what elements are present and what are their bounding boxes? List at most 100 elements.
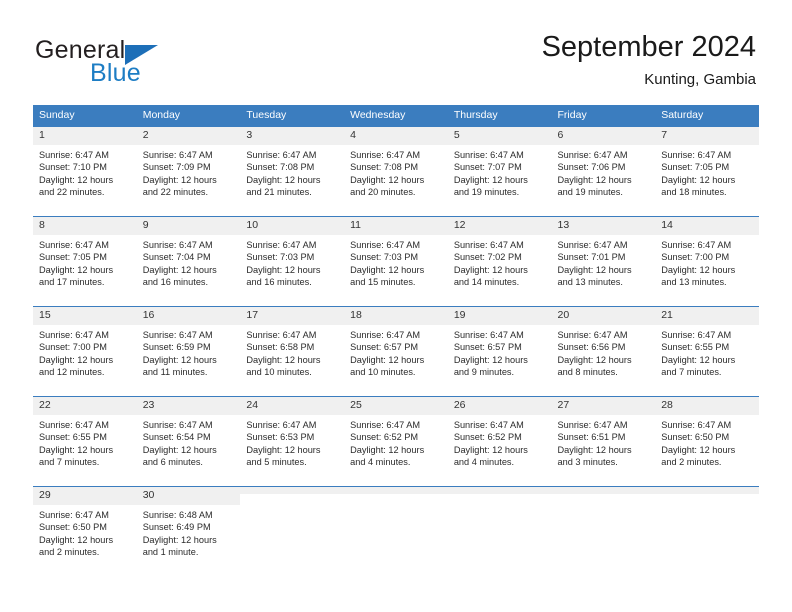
daylight-text-line1: Daylight: 12 hours (142, 444, 217, 455)
sunset-text: Sunset: 6:49 PM (142, 522, 211, 533)
sunset-text: Sunset: 7:10 PM (39, 162, 107, 173)
calendar-day-cell-empty (551, 486, 656, 576)
weekday-header-sunday: Sunday (33, 105, 137, 127)
sunrise-text: Sunrise: 6:47 AM (39, 510, 109, 520)
sunset-text: Sunset: 6:52 PM (350, 432, 419, 443)
calendar-day-cell[interactable]: 13 Sunrise: 6:47 AM Sunset: 7:01 PM Dayligh… (551, 216, 656, 307)
calendar-day-cell[interactable]: 5 Sunrise: 6:47 AM Sunset: 7:07 PM Daylight… (447, 126, 552, 217)
calendar-day-cell[interactable]: 11 Sunrise: 6:47 AM Sunset: 7:03 PM Dayligh… (344, 216, 448, 307)
calendar-day-cell[interactable]: 23 Sunrise: 6:47 AM Sunset: 6:54 PM Dayligh… (136, 396, 241, 487)
calendar-day-cell[interactable]: 19 Sunrise: 6:47 AM Sunset: 6:57 PM Dayligh… (447, 306, 552, 397)
day-number (344, 487, 448, 494)
daylight-text-line1: Daylight: 12 hours (142, 354, 217, 365)
calendar-day-cell[interactable]: 10 Sunrise: 6:47 AM Sunset: 7:03 PM Dayligh… (240, 216, 345, 307)
title-block: September 2024 Kunting, Gambia (542, 30, 756, 90)
day-number: 18 (344, 307, 448, 325)
day-number: 2 (136, 127, 241, 145)
daylight-text-line2: and 16 minutes. (142, 277, 209, 288)
day-sun-info: Sunrise: 6:47 AM Sunset: 6:57 PM Daylight:… (344, 325, 448, 379)
daylight-text-line1: Daylight: 12 hours (350, 354, 425, 365)
day-sun-info: Sunrise: 6:47 AM Sunset: 7:08 PM Daylight:… (344, 145, 448, 199)
calendar-week-row: 1 Sunrise: 6:47 AM Sunset: 7:10 PM Daylight… (33, 126, 759, 217)
calendar-day-cell-empty (240, 486, 345, 576)
sunset-text: Sunset: 6:50 PM (661, 432, 730, 443)
day-sun-info: Sunrise: 6:47 AM Sunset: 7:03 PM Daylight:… (240, 235, 344, 289)
calendar-day-cell[interactable]: 4 Sunrise: 6:47 AM Sunset: 7:08 PM Daylight… (344, 126, 448, 217)
daylight-text-line2: and 20 minutes. (350, 187, 416, 198)
day-number: 16 (136, 307, 241, 325)
sunset-text: Sunset: 7:05 PM (661, 162, 730, 173)
daylight-text-line1: Daylight: 12 hours (142, 534, 217, 545)
sunset-text: Sunset: 6:57 PM (350, 342, 419, 353)
calendar-day-cell[interactable]: 22 Sunrise: 6:47 AM Sunset: 6:55 PM Dayligh… (33, 396, 137, 487)
calendar-day-cell[interactable]: 1 Sunrise: 6:47 AM Sunset: 7:10 PM Daylight… (33, 126, 137, 217)
calendar-day-cell[interactable]: 15 Sunrise: 6:47 AM Sunset: 7:00 PM Dayligh… (33, 306, 137, 397)
sunrise-text: Sunrise: 6:47 AM (39, 150, 109, 160)
day-number: 3 (240, 127, 345, 145)
calendar-day-cell[interactable]: 8 Sunrise: 6:47 AM Sunset: 7:05 PM Daylight… (33, 216, 137, 307)
sunset-text: Sunset: 7:03 PM (246, 252, 315, 263)
day-number (240, 487, 345, 494)
day-number: 23 (136, 397, 241, 415)
calendar-day-cell[interactable]: 18 Sunrise: 6:47 AM Sunset: 6:57 PM Dayligh… (344, 306, 448, 397)
sunset-text: Sunset: 6:56 PM (557, 342, 626, 353)
calendar-day-cell[interactable]: 14 Sunrise: 6:47 AM Sunset: 7:00 PM Dayligh… (655, 216, 759, 307)
calendar-day-cell[interactable]: 3 Sunrise: 6:47 AM Sunset: 7:08 PM Daylight… (240, 126, 345, 217)
calendar-day-cell[interactable]: 6 Sunrise: 6:47 AM Sunset: 7:06 PM Daylight… (551, 126, 656, 217)
daylight-text-line1: Daylight: 12 hours (453, 354, 528, 365)
daylight-text-line1: Daylight: 12 hours (350, 444, 425, 455)
sunset-text: Sunset: 7:00 PM (39, 342, 107, 353)
calendar-day-cell[interactable]: 27 Sunrise: 6:47 AM Sunset: 6:51 PM Dayligh… (551, 396, 656, 487)
daylight-text-line2: and 22 minutes. (142, 187, 209, 198)
sunrise-text: Sunrise: 6:47 AM (246, 420, 317, 430)
day-number: 11 (344, 217, 448, 235)
sunset-text: Sunset: 7:08 PM (350, 162, 419, 173)
day-sun-info: Sunrise: 6:47 AM Sunset: 6:51 PM Daylight:… (552, 415, 656, 469)
calendar-day-cell[interactable]: 30 Sunrise: 6:48 AM Sunset: 6:49 PM Dayligh… (136, 486, 241, 576)
daylight-text-line2: and 7 minutes. (39, 457, 100, 468)
calendar-day-cell[interactable]: 7 Sunrise: 6:47 AM Sunset: 7:05 PM Daylight… (655, 126, 759, 217)
daylight-text-line1: Daylight: 12 hours (39, 534, 114, 545)
calendar-day-cell[interactable]: 21 Sunrise: 6:47 AM Sunset: 6:55 PM Dayligh… (655, 306, 759, 397)
calendar-day-cell[interactable]: 26 Sunrise: 6:47 AM Sunset: 6:52 PM Dayligh… (447, 396, 552, 487)
day-number: 17 (240, 307, 345, 325)
day-sun-info: Sunrise: 6:47 AM Sunset: 6:55 PM Daylight:… (33, 415, 137, 469)
daylight-text-line2: and 13 minutes. (557, 277, 623, 288)
daylight-text-line1: Daylight: 12 hours (39, 354, 114, 365)
sunset-text: Sunset: 7:04 PM (142, 252, 211, 263)
sunset-text: Sunset: 6:52 PM (453, 432, 522, 443)
calendar-day-cell[interactable]: 2 Sunrise: 6:47 AM Sunset: 7:09 PM Daylight… (136, 126, 241, 217)
daylight-text-line1: Daylight: 12 hours (39, 174, 114, 185)
day-number: 14 (655, 217, 759, 235)
weekday-header-monday: Monday (136, 105, 241, 127)
page-subtitle: Kunting, Gambia (644, 71, 756, 88)
sunset-text: Sunset: 6:55 PM (661, 342, 730, 353)
sunrise-text: Sunrise: 6:47 AM (350, 420, 421, 430)
daylight-text-line1: Daylight: 12 hours (557, 264, 632, 275)
calendar-day-cell[interactable]: 25 Sunrise: 6:47 AM Sunset: 6:52 PM Dayligh… (344, 396, 448, 487)
day-sun-info: Sunrise: 6:47 AM Sunset: 7:01 PM Daylight:… (552, 235, 656, 289)
sunset-text: Sunset: 6:54 PM (142, 432, 211, 443)
day-sun-info: Sunrise: 6:47 AM Sunset: 6:52 PM Daylight:… (344, 415, 448, 469)
calendar-day-cell[interactable]: 9 Sunrise: 6:47 AM Sunset: 7:04 PM Daylight… (136, 216, 241, 307)
day-number: 13 (551, 217, 656, 235)
day-sun-info: Sunrise: 6:47 AM Sunset: 7:05 PM Daylight:… (655, 145, 759, 199)
calendar-day-cell[interactable]: 24 Sunrise: 6:47 AM Sunset: 6:53 PM Dayligh… (240, 396, 345, 487)
day-sun-info (552, 494, 656, 498)
day-sun-info: Sunrise: 6:47 AM Sunset: 6:52 PM Daylight:… (448, 415, 552, 469)
calendar-day-cell[interactable]: 20 Sunrise: 6:47 AM Sunset: 6:56 PM Dayligh… (551, 306, 656, 397)
daylight-text-line2: and 2 minutes. (39, 547, 100, 558)
calendar-day-cell[interactable]: 12 Sunrise: 6:47 AM Sunset: 7:02 PM Dayligh… (447, 216, 552, 307)
day-number: 27 (551, 397, 656, 415)
day-number: 22 (33, 397, 137, 415)
day-sun-info: Sunrise: 6:47 AM Sunset: 7:02 PM Daylight:… (448, 235, 552, 289)
day-number: 7 (655, 127, 759, 145)
day-number: 19 (447, 307, 552, 325)
sunrise-text: Sunrise: 6:47 AM (142, 330, 213, 340)
calendar-day-cell[interactable]: 17 Sunrise: 6:47 AM Sunset: 6:58 PM Dayligh… (240, 306, 345, 397)
calendar-day-cell[interactable]: 29 Sunrise: 6:47 AM Sunset: 6:50 PM Dayligh… (33, 486, 137, 576)
daylight-text-line2: and 1 minute. (142, 547, 199, 558)
calendar-day-cell[interactable]: 28 Sunrise: 6:47 AM Sunset: 6:50 PM Dayligh… (655, 396, 759, 487)
day-sun-info: Sunrise: 6:47 AM Sunset: 7:00 PM Daylight:… (655, 235, 759, 289)
calendar-day-cell[interactable]: 16 Sunrise: 6:47 AM Sunset: 6:59 PM Dayligh… (136, 306, 241, 397)
